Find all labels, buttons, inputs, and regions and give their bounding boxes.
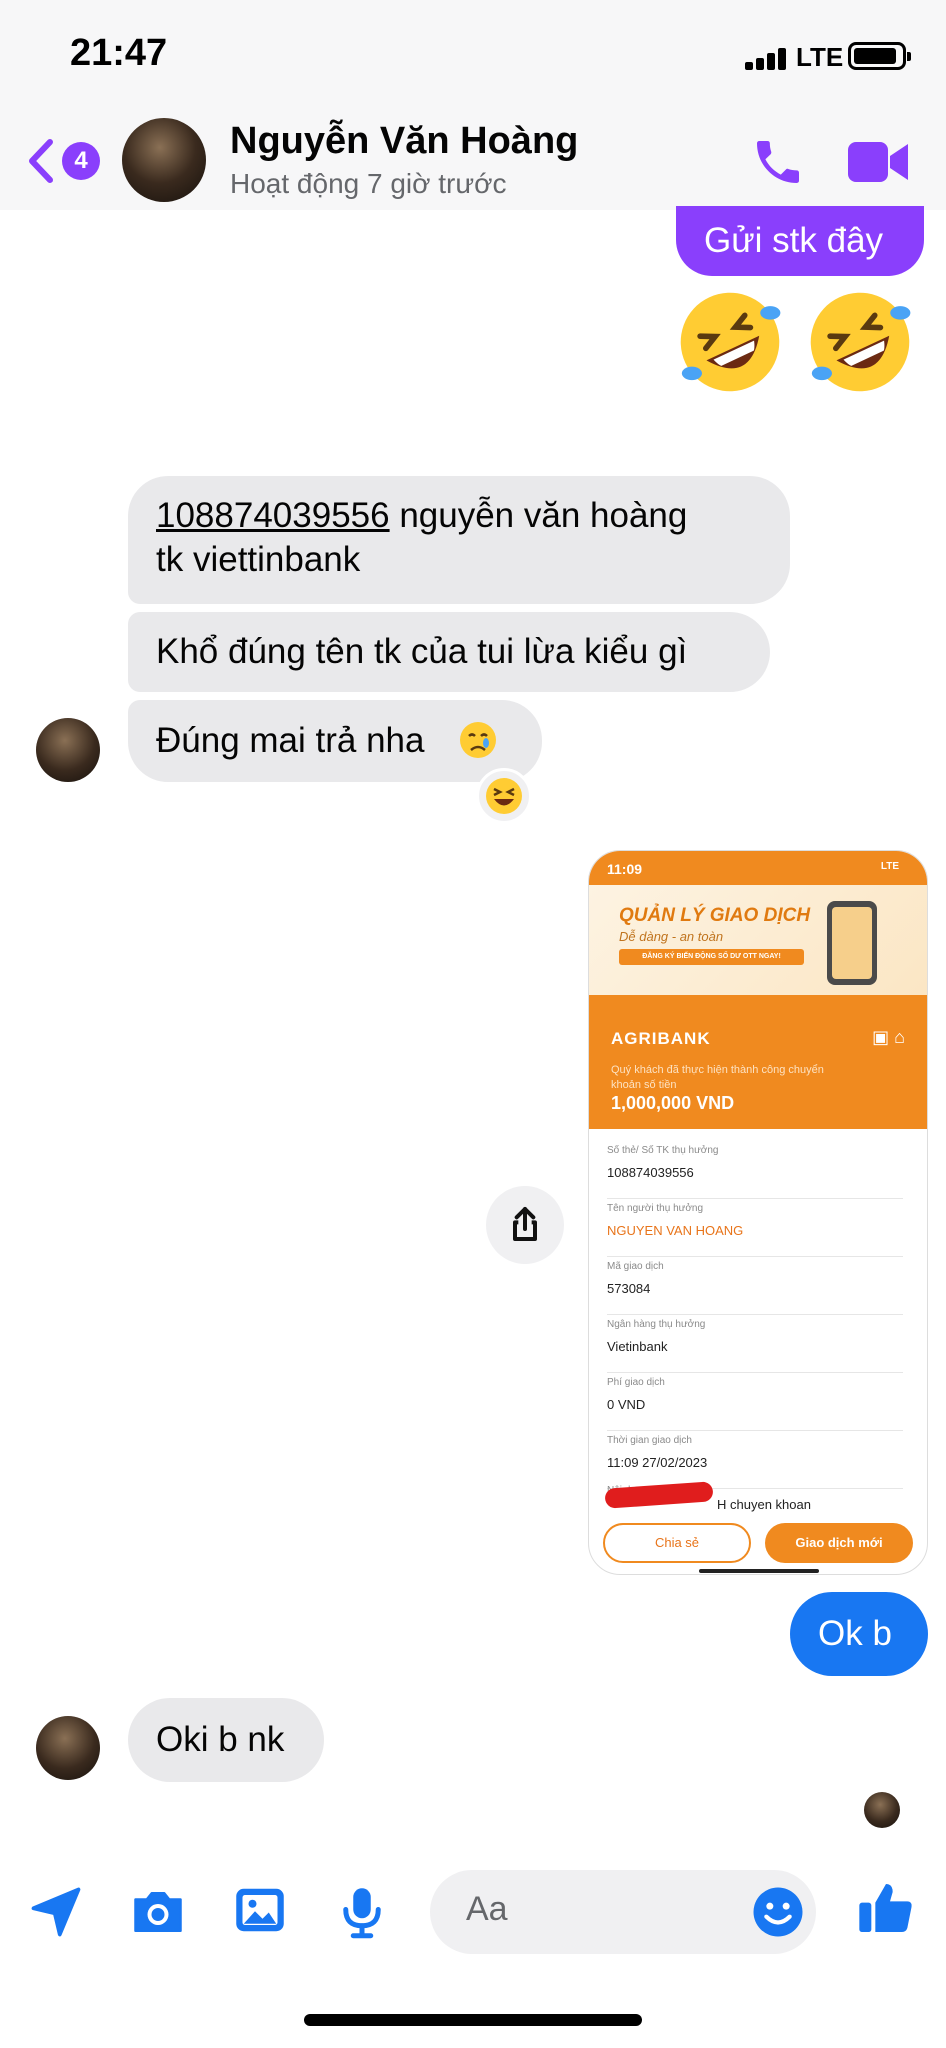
network-type: LTE [796, 42, 844, 72]
message-received-bubble[interactable]: Oki b nk [128, 1698, 324, 1782]
message-text: Ok b [818, 1614, 892, 1653]
message-text: Đúng mai trả nha [156, 721, 425, 760]
detail-label: Phí giao dịch [607, 1377, 665, 1388]
contact-active-status: Hoạt động 7 giờ trước [230, 168, 507, 199]
detail-value: 0 VND [607, 1397, 646, 1412]
message-input-placeholder: Aa [466, 1890, 508, 1928]
message-received-bubble[interactable]: Đúng mai trả nha [128, 700, 542, 782]
contact-avatar[interactable] [122, 118, 206, 202]
detail-row: Tên người thụ hưởng NGUYEN VAN HOANG [607, 1201, 903, 1257]
banner-button: ĐĂNG KÝ BIẾN ĐỘNG SỐ DƯ OTT NGAY! [619, 949, 804, 965]
message-received-bubble[interactable]: 108874039556 nguyễn văn hoàng tk viettin… [128, 476, 790, 604]
home-indicator [304, 2014, 642, 2026]
rolling-laughing-emoji-icon[interactable] [674, 286, 786, 398]
video-camera-icon[interactable] [846, 134, 910, 190]
thumbs-up-icon[interactable] [854, 1876, 918, 1940]
shared-image-new-transaction-button: Giao dịch mới [765, 1523, 913, 1563]
detail-row: Thời gian giao dịch 11:09 27/02/2023 [607, 1433, 903, 1489]
share-icon [513, 1207, 537, 1241]
signal-strength-icon [745, 48, 789, 70]
status-bar: 21:47 LTE [0, 0, 946, 110]
detail-row: Ngân hàng thụ hưởng Vietinbank [607, 1317, 903, 1373]
detail-label: Mã giao dịch [607, 1261, 664, 1272]
microphone-icon[interactable] [332, 1882, 392, 1942]
detail-label: Thời gian giao dịch [607, 1435, 692, 1446]
phone-icon[interactable] [750, 134, 806, 190]
contact-avatar-small[interactable] [36, 1716, 100, 1780]
gallery-icon[interactable] [230, 1880, 290, 1940]
laughing-squint-emoji-icon [486, 778, 522, 814]
detail-value: 11:09 27/02/2023 [607, 1455, 708, 1470]
phone-illustration [827, 901, 877, 985]
shared-image-network: LTE [880, 861, 899, 872]
back-button[interactable]: 4 [26, 136, 102, 186]
message-text: nguyễn văn hoàng [389, 496, 688, 535]
contact-name[interactable]: Nguyễn Văn Hoàng [230, 120, 578, 163]
promo-banner: QUẢN LÝ GIAO DỊCH Dễ dàng - an toàn ĐĂNG… [589, 885, 927, 995]
rolling-laughing-emoji-icon[interactable] [804, 286, 916, 398]
unread-count-badge: 4 [62, 142, 100, 180]
share-button[interactable] [486, 1186, 564, 1264]
battery-icon [848, 42, 911, 70]
message-sent-bubble[interactable]: Gửi stk đây [676, 206, 924, 276]
detail-row: Mã giao dịch 573084 [607, 1259, 903, 1315]
message-text: Khổ đúng tên tk của tui lừa kiểu gì [156, 632, 688, 671]
message-text: Oki b nk [156, 1720, 285, 1759]
message-reaction[interactable] [476, 768, 532, 824]
detail-label: Ngân hàng thụ hưởng [607, 1319, 706, 1330]
account-number-link[interactable]: 108874039556 [156, 496, 390, 535]
message-line: 108874039556 nguyễn văn hoàng [156, 494, 790, 538]
banner-subtitle: Dễ dàng - an toàn [619, 929, 724, 944]
banner-title: QUẢN LÝ GIAO DỊCH [619, 905, 811, 926]
detail-value: 573084 [607, 1281, 651, 1296]
detail-value: NGUYEN VAN HOANG [607, 1223, 744, 1238]
location-arrow-icon[interactable] [26, 1882, 86, 1942]
status-time: 21:47 [70, 32, 168, 74]
detail-value: H chuyen khoan [717, 1497, 811, 1512]
detail-label: Tên người thụ hưởng [607, 1203, 704, 1214]
image-home-icon: ▣ ⌂ [872, 1027, 905, 1047]
contact-avatar-small[interactable] [36, 718, 100, 782]
shared-image-attachment[interactable]: 11:09 LTE QUẢN LÝ GIAO DỊCH Dễ dàng - an… [588, 850, 928, 1575]
success-message: Quý khách đã thực hiện thành công chuyển… [611, 1064, 824, 1091]
shared-image-share-button: Chia sẻ [603, 1523, 751, 1563]
crying-face-emoji-icon [460, 722, 496, 758]
message-text: tk viettinbank [156, 540, 361, 579]
smiley-icon[interactable] [750, 1884, 806, 1940]
seen-receipt-avatar [864, 1792, 900, 1828]
detail-row: Số thẻ/ Số TK thụ hưởng 108874039556 [607, 1143, 903, 1199]
back-chevron-icon [29, 139, 53, 183]
agribank-logo: AGRIBANK [611, 1029, 711, 1048]
shared-image-time: 11:09 [607, 861, 643, 877]
transfer-amount: 1,000,000 VND [611, 1093, 735, 1113]
detail-value: Vietinbank [607, 1339, 668, 1354]
message-text: Gửi stk đây [704, 221, 884, 260]
camera-icon[interactable] [128, 1882, 188, 1942]
shared-image-home-indicator [699, 1569, 819, 1573]
message-sent-bubble[interactable]: Ok b [790, 1592, 928, 1676]
message-received-bubble[interactable]: Khổ đúng tên tk của tui lừa kiểu gì [128, 612, 770, 692]
detail-value: 108874039556 [607, 1165, 694, 1180]
message-input[interactable]: Aa [430, 1870, 816, 1954]
chat-header: 4 Nguyễn Văn Hoàng Hoạt động 7 giờ trước [0, 110, 946, 210]
detail-label: Số thẻ/ Số TK thụ hưởng [607, 1145, 719, 1156]
detail-row: Phí giao dịch 0 VND [607, 1375, 903, 1431]
